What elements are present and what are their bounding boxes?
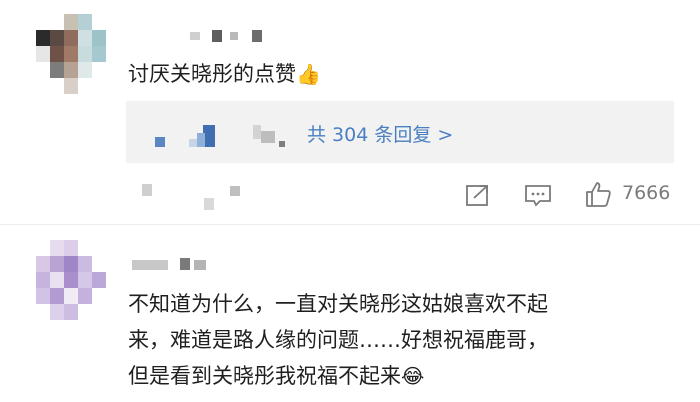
comment-line-1: 不知道为什么，一直对关晓彤这姑娘喜欢不起 (128, 292, 548, 316)
like-button[interactable] (583, 179, 613, 209)
view-replies-link[interactable]: 共 304 条回复 > (307, 120, 453, 147)
avatar[interactable] (36, 14, 106, 100)
thumbs-up-emoji: 👍 (296, 62, 321, 86)
username[interactable] (132, 258, 222, 272)
comment-line-3-text: 但是看到关晓彤我祝福不起来 (128, 364, 401, 388)
username[interactable] (190, 30, 270, 42)
comment-text: 讨厌关晓彤的点赞👍 (128, 58, 321, 88)
comment-icon (525, 185, 551, 207)
avatar[interactable] (36, 240, 108, 328)
comment-body: 讨厌关晓彤的点赞 (128, 62, 296, 86)
like-icon (586, 182, 611, 207)
comment-meta (142, 184, 262, 210)
share-button[interactable] (464, 182, 492, 208)
reply-author-placeholder (155, 125, 295, 149)
divider (0, 224, 700, 225)
laughing-crying-emoji: 😂 (401, 364, 425, 388)
comment-line-2: 来，难道是路人缘的问题……好想祝福鹿哥， (128, 328, 548, 352)
share-icon (466, 185, 488, 206)
like-count: 7666 (622, 182, 671, 204)
comment-button[interactable] (523, 182, 553, 208)
comment-line-3: 但是看到关晓彤我祝福不起来😂 (128, 360, 424, 390)
